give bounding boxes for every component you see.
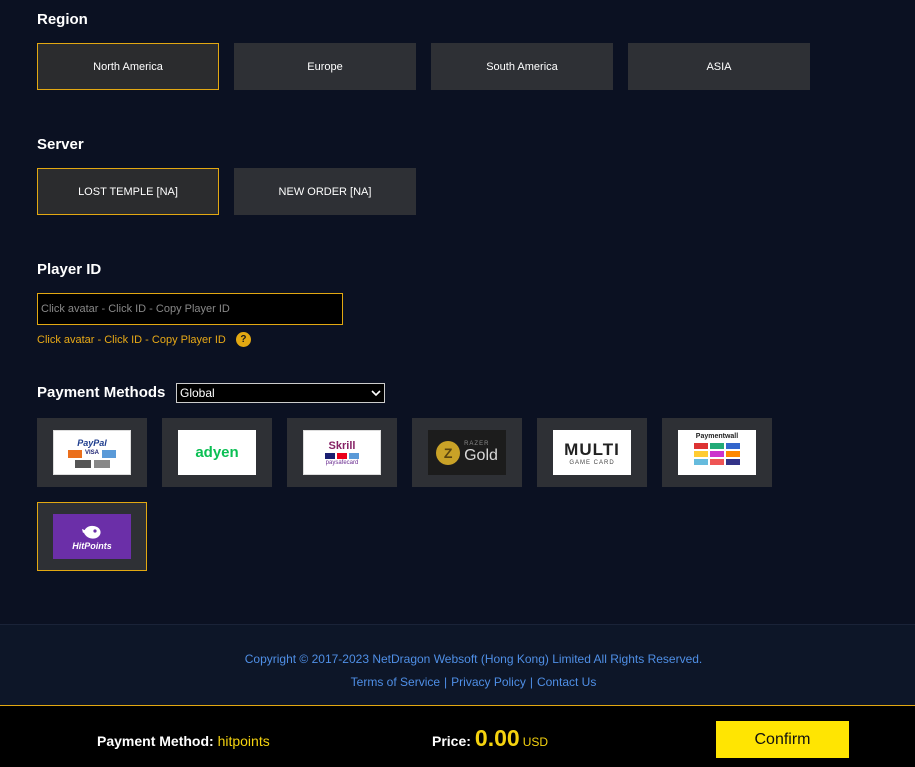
copyright-text: Copyright © 2017-2023 NetDragon Websoft …	[244, 652, 703, 666]
region-title: Region	[37, 11, 88, 28]
price-label: Price:	[432, 733, 471, 749]
adyen-logo-text: adyen	[195, 444, 239, 461]
payment-method-value: hitpoints	[217, 733, 270, 749]
region-option-south-america[interactable]: South America	[431, 43, 613, 90]
selected-payment-method: Payment Method: hitpoints	[97, 733, 270, 749]
price-display: Price: 0.00 USD	[432, 725, 548, 752]
region-option-label: South America	[486, 60, 558, 73]
paypal-logo: PayPal VISA	[53, 430, 131, 475]
server-option-label: LOST TEMPLE [NA]	[78, 185, 178, 198]
server-option-lost-temple[interactable]: LOST TEMPLE [NA]	[37, 168, 219, 215]
multi-logo-sub: GAME CARD	[569, 459, 615, 466]
razer-coin-icon: Z	[436, 440, 461, 465]
skrill-logo-sub: paysafecard	[325, 459, 359, 466]
adyen-logo: adyen	[178, 430, 256, 475]
hitpoints-logo-text: HitPoints	[72, 540, 112, 551]
checkout-bar: Payment Method: hitpoints Price: 0.00 US…	[0, 705, 915, 767]
multi-logo-text: MULTI	[564, 439, 620, 459]
chevron-down-icon	[371, 389, 381, 396]
player-id-title: Player ID	[37, 261, 102, 278]
region-option-label: Europe	[307, 60, 343, 73]
player-id-hint-text: Click avatar - Click ID - Copy Player ID	[37, 333, 226, 346]
server-option-label: NEW ORDER [NA]	[278, 185, 372, 198]
footer: Copyright © 2017-2023 NetDragon Websoft …	[0, 624, 915, 705]
server-option-new-order[interactable]: NEW ORDER [NA]	[234, 168, 416, 215]
payment-method-hitpoints[interactable]: HitPoints	[37, 502, 147, 571]
region-option-asia[interactable]: ASIA	[628, 43, 810, 90]
paymentwall-logo: Paymentwall	[678, 430, 756, 475]
payment-method-paypal[interactable]: PayPal VISA	[37, 418, 147, 487]
footer-links: Terms of Service | Privacy Policy | Contact …	[350, 675, 597, 689]
region-option-label: ASIA	[706, 60, 732, 73]
price-value: 0.00	[474, 725, 520, 751]
terms-of-service-link[interactable]: Terms of Service	[351, 675, 440, 689]
server-title: Server	[37, 136, 84, 153]
payment-methods-title: Payment Methods	[37, 384, 166, 401]
region-option-europe[interactable]: Europe	[234, 43, 416, 90]
paypal-logo-sub: VISA	[84, 449, 99, 456]
price-currency: USD	[522, 735, 549, 749]
payment-method-paymentwall[interactable]: Paymentwall	[662, 418, 772, 487]
razer-gold-logo: Z RAZER Gold	[428, 430, 506, 475]
multi-game-card-logo: MULTI GAME CARD	[553, 430, 631, 475]
payment-method-razer-gold[interactable]: Z RAZER Gold	[412, 418, 522, 487]
payment-method-multi-game-card[interactable]: MULTI GAME CARD	[537, 418, 647, 487]
skrill-logo: Skrill paysafecard	[303, 430, 381, 475]
hitpoints-logo: HitPoints	[53, 514, 131, 559]
payment-method-skrill[interactable]: Skrill paysafecard	[287, 418, 397, 487]
privacy-policy-link[interactable]: Privacy Policy	[451, 675, 526, 689]
payment-method-label: Payment Method:	[97, 733, 214, 749]
payment-region-select[interactable]: Global	[176, 383, 385, 403]
region-option-north-america[interactable]: North America	[37, 43, 219, 90]
player-id-hint: Click avatar - Click ID - Copy Player ID…	[37, 332, 251, 347]
confirm-button[interactable]: Confirm	[716, 721, 849, 758]
paymentwall-logo-text: Paymentwall	[695, 433, 739, 440]
payment-method-adyen[interactable]: adyen	[162, 418, 272, 487]
contact-us-link[interactable]: Contact Us	[537, 675, 596, 689]
payment-region-select-value: Global	[180, 386, 215, 400]
hitpoints-bird-icon	[82, 525, 101, 539]
razer-gold-logo-text: Gold	[464, 446, 498, 464]
skrill-logo-text: Skrill	[328, 439, 356, 452]
paypal-logo-text: PayPal	[77, 437, 107, 448]
help-icon[interactable]: ?	[235, 332, 251, 347]
player-id-input[interactable]	[37, 293, 343, 325]
region-option-label: North America	[93, 60, 163, 73]
